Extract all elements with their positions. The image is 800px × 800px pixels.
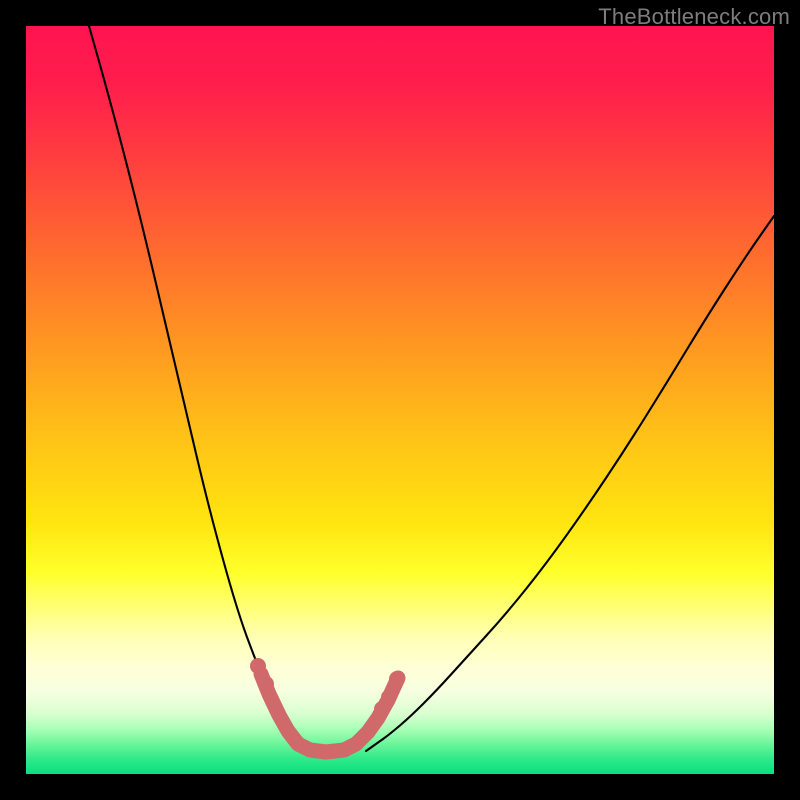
worm-dot — [381, 690, 395, 704]
watermark-text: TheBottleneck.com — [598, 4, 790, 30]
worm-dot — [250, 658, 266, 674]
left-curve — [89, 26, 306, 751]
chart-frame — [26, 26, 774, 774]
plot-svg — [26, 26, 774, 774]
worm-dot — [258, 676, 274, 692]
right-curve — [366, 216, 774, 751]
worm-dot — [389, 671, 405, 687]
